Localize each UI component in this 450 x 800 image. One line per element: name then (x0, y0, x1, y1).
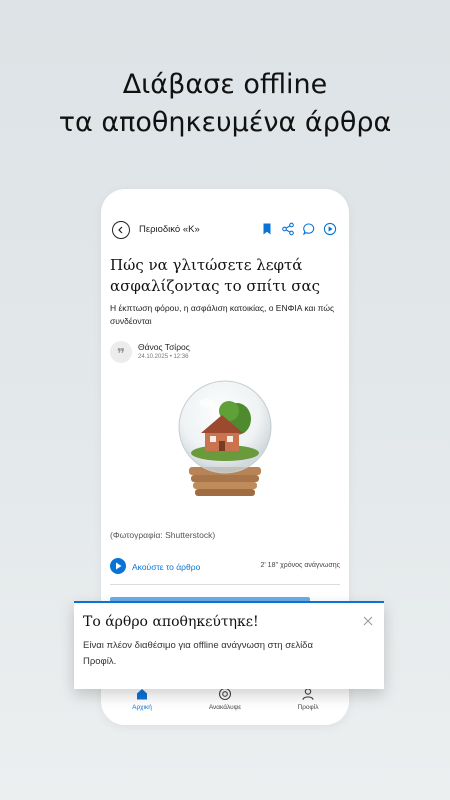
share-button[interactable] (281, 222, 295, 236)
nav-home[interactable]: Αρχική (102, 687, 182, 711)
profile-icon (302, 688, 314, 700)
nav-discover-label: Ανακάλυψε (208, 704, 242, 711)
article-date: 24.10.2025 • 12:36 (138, 354, 189, 360)
comment-button[interactable] (302, 222, 316, 236)
author-quote-icon: ❞ (110, 341, 132, 363)
nav-home-label: Αρχική (132, 704, 152, 711)
listen-label[interactable]: Ακούστε το άρθρο (132, 562, 200, 572)
share-icon (282, 222, 294, 236)
divider (110, 584, 340, 585)
nav-profile-label: Προφίλ (297, 704, 319, 711)
promo-line-1: Διάβασε offline (122, 69, 328, 100)
listen-button[interactable] (110, 558, 126, 574)
section-title: Περιοδικό «Κ» (139, 224, 200, 235)
toast-title: Το άρθρο αποθηκεύτηκε! (83, 614, 259, 630)
promo-line-2: τα αποθηκευμένα άρθρα (58, 107, 392, 138)
close-icon[interactable] (362, 615, 374, 627)
promo-headline: Διάβασε offline τα αποθηκευμένα άρθρα (0, 66, 450, 142)
article-subtitle: Η έκπτωση φόρου, η ασφάλιση κατοικίας, ο… (110, 303, 335, 326)
play-icon (323, 222, 337, 236)
saved-toast: Το άρθρο αποθηκεύτηκε! Είναι πλέον διαθέ… (74, 601, 384, 689)
read-time: 2' 18'' χρόνος ανάγνωσης (260, 562, 341, 569)
play-icon (116, 562, 122, 570)
back-icon (118, 226, 123, 234)
back-button[interactable] (112, 221, 130, 239)
toast-body: Είναι πλέον διαθέσιμο για offline ανάγνω… (83, 640, 313, 667)
bookmark-icon (263, 223, 271, 235)
article-topbar: Περιοδικό «Κ» (101, 219, 349, 243)
nav-profile[interactable]: Προφίλ (268, 687, 348, 711)
image-caption: (Φωτογραφία: Shutterstock) (110, 530, 216, 540)
bookmark-button[interactable] (260, 222, 274, 236)
article-title: Πώς να γλιτώσετε λεφτά ασφαλίζοντας το σ… (110, 256, 321, 295)
comment-icon (303, 223, 315, 236)
compass-icon (218, 687, 232, 701)
bottom-nav: Αρχική Ανακάλυψε Προφίλ (101, 685, 349, 725)
article-hero-image (178, 380, 272, 496)
author-name[interactable]: Θάνος Τσίρος (138, 342, 190, 352)
play-button[interactable] (323, 222, 337, 236)
home-icon (137, 689, 147, 700)
nav-discover[interactable]: Ανακάλυψε (185, 687, 265, 711)
